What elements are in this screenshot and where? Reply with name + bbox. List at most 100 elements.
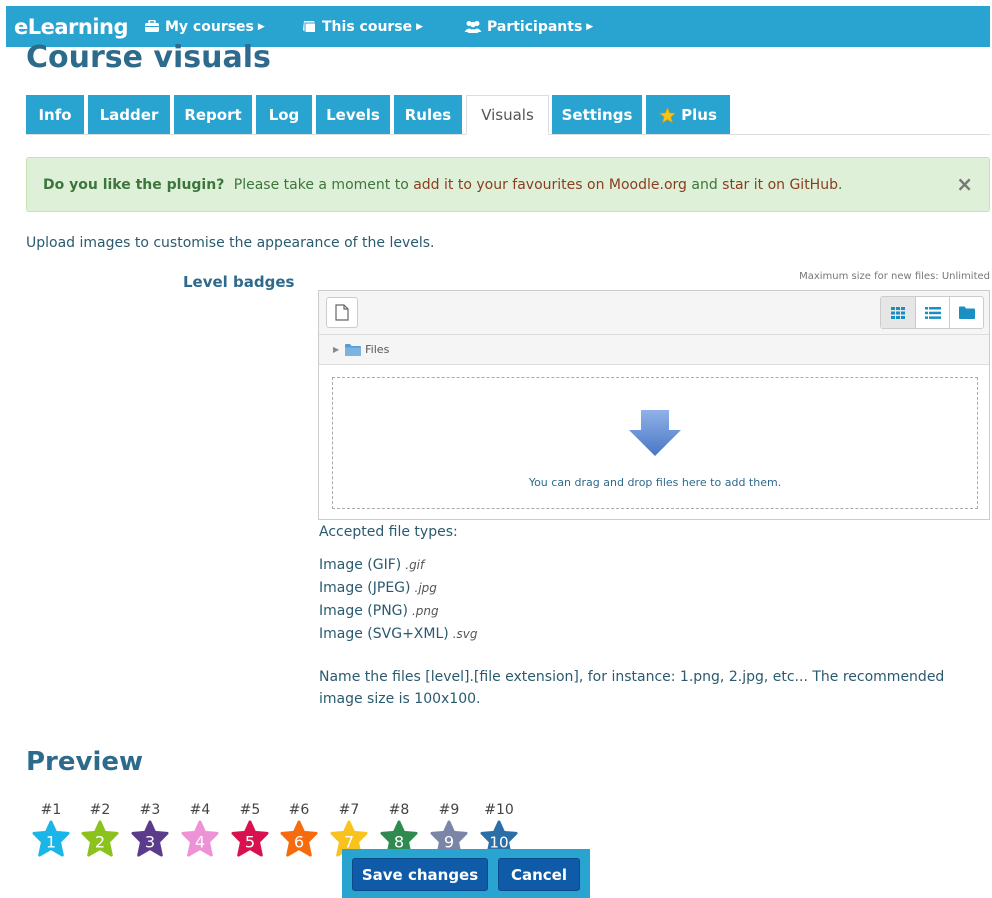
list-icon xyxy=(924,306,941,319)
plugin-promo-alert: Do you like the plugin? Please take a mo… xyxy=(26,157,990,212)
level-badge-6: #6 6 xyxy=(276,802,322,858)
intro-text: Upload images to customise the appearanc… xyxy=(26,235,435,251)
badge-label: #5 xyxy=(239,802,261,818)
level-badge-3: #3 3 xyxy=(127,802,173,858)
badge-star-3: 3 xyxy=(131,820,169,857)
alert-text-1: Please take a moment to xyxy=(233,176,409,193)
close-icon[interactable]: × xyxy=(956,172,973,196)
book-icon xyxy=(303,21,315,32)
file-manager: ▶ Files You can drag and drop files here… xyxy=(318,290,990,520)
tab-levels[interactable]: Levels xyxy=(316,95,390,134)
add-file-button[interactable] xyxy=(326,297,358,328)
download-arrow-icon xyxy=(629,410,681,456)
caret-right-icon: ▶ xyxy=(257,21,265,32)
tab-settings[interactable]: Settings xyxy=(552,95,642,134)
view-mode-group xyxy=(880,296,984,329)
tab-info[interactable]: Info xyxy=(26,95,84,134)
drop-zone[interactable]: You can drag and drop files here to add … xyxy=(332,377,978,509)
tab-report[interactable]: Report xyxy=(174,95,252,134)
file-type-ext: .svg xyxy=(452,627,478,641)
level-badge-5: #5 5 xyxy=(227,802,273,858)
badge-label: #6 xyxy=(288,802,310,818)
file-type-name: Image (JPEG) xyxy=(319,580,411,596)
brand-logo[interactable]: eLearning xyxy=(6,15,144,39)
file-type-ext: .gif xyxy=(405,558,425,572)
grid-view-button[interactable] xyxy=(881,297,915,328)
badge-label: #7 xyxy=(338,802,360,818)
badge-star-1: 1 xyxy=(32,820,70,857)
badge-num: 3 xyxy=(145,833,155,852)
nav-this-course-label: This course xyxy=(322,18,413,35)
alert-text-3: . xyxy=(837,176,843,193)
file-type-ext: .jpg xyxy=(414,581,437,595)
file-type-item: Image (PNG) .png xyxy=(319,603,439,619)
list-view-button[interactable] xyxy=(915,297,949,328)
badge-label: #3 xyxy=(139,802,161,818)
tab-plus[interactable]: Plus xyxy=(646,95,730,134)
badge-num: 5 xyxy=(245,833,255,852)
caret-right-icon: ▶ xyxy=(586,21,594,32)
badge-num: 1 xyxy=(46,833,56,852)
badge-label: #10 xyxy=(484,802,514,818)
badge-label: #2 xyxy=(89,802,111,818)
star-icon xyxy=(659,106,677,123)
badge-num: 4 xyxy=(195,833,205,852)
level-badge-2: #2 2 xyxy=(77,802,123,858)
file-type-item: Image (SVG+XML) .svg xyxy=(319,626,478,642)
briefcase-icon xyxy=(145,20,159,32)
folder-icon xyxy=(345,343,362,356)
tab-plus-label: Plus xyxy=(681,105,717,124)
badge-star-4: 4 xyxy=(181,820,219,857)
file-type-name: Image (PNG) xyxy=(319,603,408,619)
badge-label: #8 xyxy=(388,802,410,818)
cancel-button[interactable]: Cancel xyxy=(498,858,580,891)
accepted-types-title: Accepted file types: xyxy=(319,524,458,540)
file-path-breadcrumb: ▶ Files xyxy=(319,335,989,365)
nav-my-courses-label: My courses xyxy=(165,18,254,35)
level-badge-4: #4 4 xyxy=(177,802,223,858)
file-manager-toolbar xyxy=(319,291,989,335)
save-changes-button[interactable]: Save changes xyxy=(352,858,488,891)
expand-triangle-icon[interactable]: ▶ xyxy=(333,345,339,354)
sticky-action-bar: Save changes Cancel xyxy=(342,849,590,898)
badge-label: #1 xyxy=(40,802,62,818)
tab-visuals[interactable]: Visuals xyxy=(466,95,549,135)
nav-participants[interactable]: Participants ▶ xyxy=(464,19,593,35)
folder-icon xyxy=(958,306,975,319)
badge-star-5: 5 xyxy=(231,820,269,857)
preview-title: Preview xyxy=(26,747,144,777)
caret-right-icon: ▶ xyxy=(416,21,424,32)
file-type-item: Image (GIF) .gif xyxy=(319,557,424,573)
grid-icon xyxy=(891,306,905,319)
github-star-link[interactable]: star it on GitHub xyxy=(722,177,838,193)
moodle-favourites-link[interactable]: add it to your favourites on Moodle.org xyxy=(413,177,687,193)
file-type-item: Image (JPEG) .jpg xyxy=(319,580,437,596)
tab-rules[interactable]: Rules xyxy=(394,95,462,134)
badge-star-6: 6 xyxy=(280,820,318,857)
badge-label: #4 xyxy=(189,802,211,818)
file-type-name: Image (GIF) xyxy=(319,557,402,573)
tree-view-button[interactable] xyxy=(949,297,983,328)
file-type-ext: .png xyxy=(411,604,439,618)
page-title: Course visuals xyxy=(26,40,271,75)
max-size-text: Maximum size for new files: Unlimited xyxy=(799,271,990,282)
alert-heading: Do you like the plugin? xyxy=(43,176,225,193)
tab-log[interactable]: Log xyxy=(256,95,312,134)
drop-zone-text: You can drag and drop files here to add … xyxy=(528,476,782,489)
nav-this-course[interactable]: This course ▶ xyxy=(302,19,430,35)
badge-label: #9 xyxy=(438,802,460,818)
users-icon xyxy=(464,21,482,33)
tab-ladder[interactable]: Ladder xyxy=(88,95,170,134)
alert-text-2: and xyxy=(691,176,718,193)
tab-bar: Info Ladder Report Log Levels Rules Visu… xyxy=(26,95,990,135)
level-badge-1: #1 1 xyxy=(28,802,74,858)
nav-participants-label: Participants xyxy=(487,18,583,35)
path-folder-label[interactable]: Files xyxy=(365,343,389,356)
nav-my-courses[interactable]: My courses ▶ xyxy=(144,19,266,35)
file-type-name: Image (SVG+XML) xyxy=(319,626,449,642)
badge-num: 6 xyxy=(294,833,304,852)
badge-star-2: 2 xyxy=(81,820,119,857)
badge-num: 2 xyxy=(95,833,105,852)
file-icon xyxy=(335,304,349,321)
level-badges-label: Level badges xyxy=(183,273,295,291)
